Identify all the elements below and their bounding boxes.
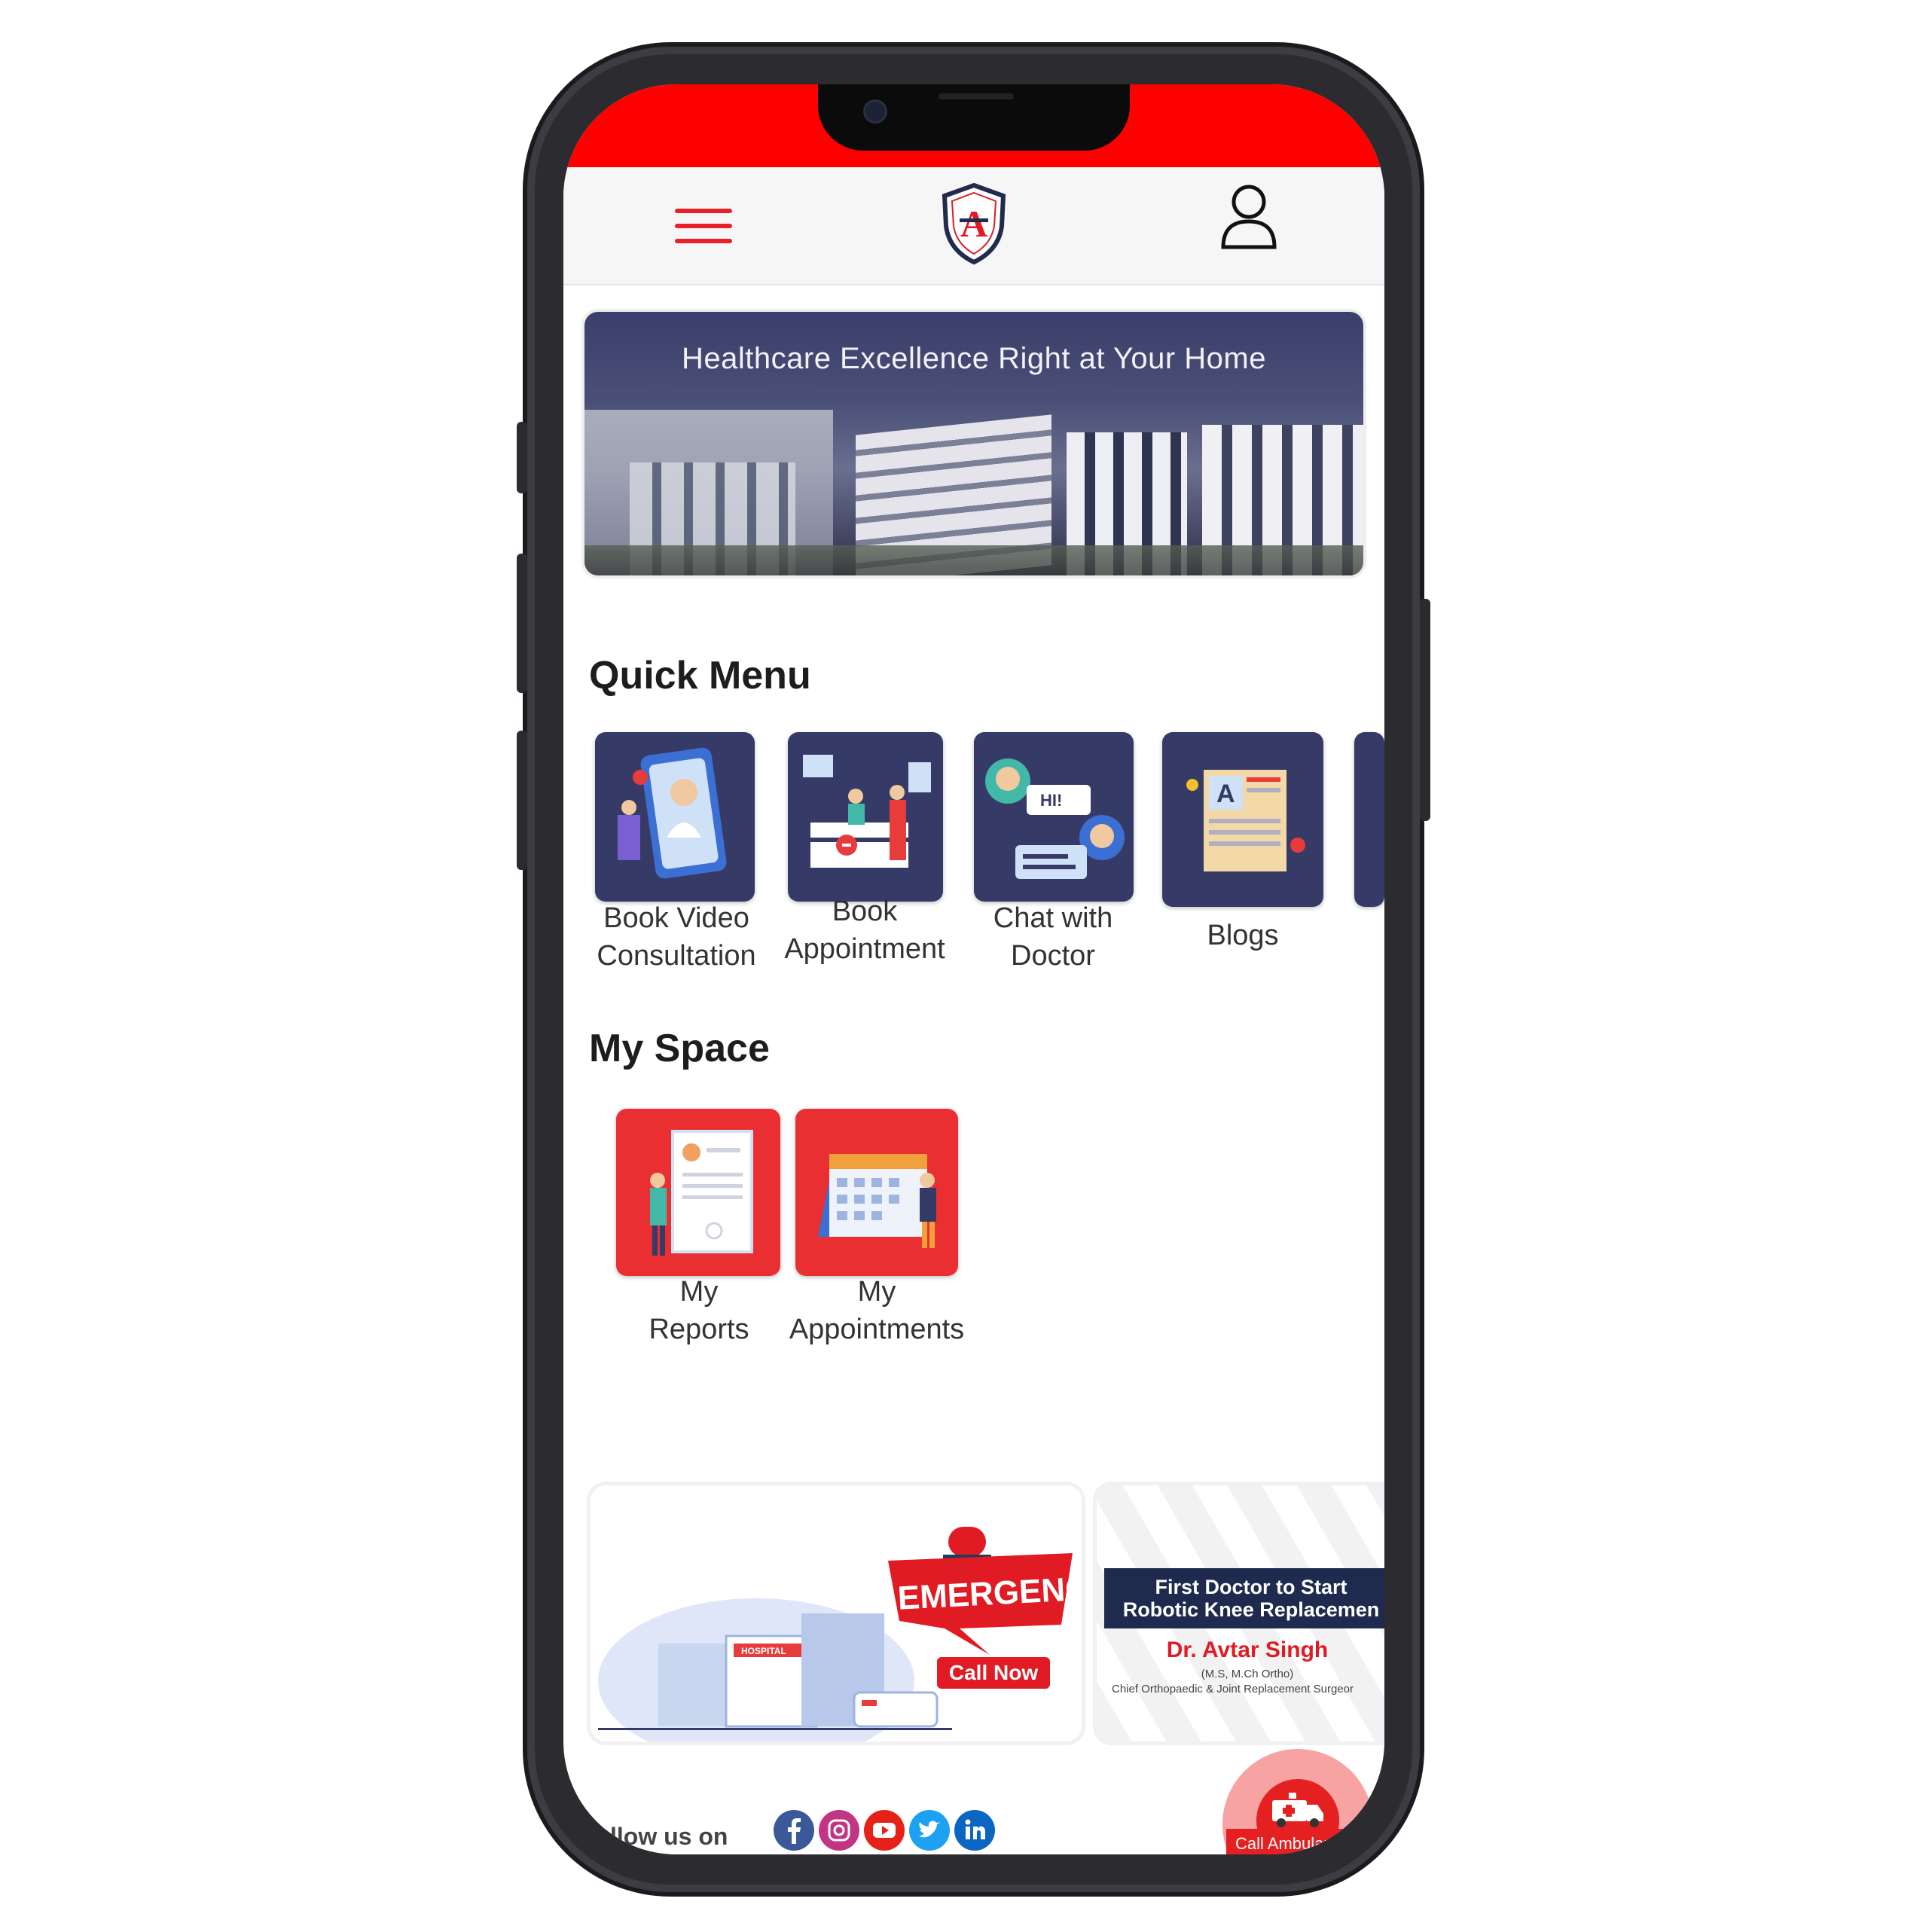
notch bbox=[818, 84, 1130, 151]
instagram-icon[interactable] bbox=[818, 1809, 860, 1851]
quick-menu-title: Quick Menu bbox=[589, 654, 811, 697]
mute-switch bbox=[517, 422, 527, 493]
doctor-qualifications: (M.S, M.Ch Ortho) bbox=[1201, 1668, 1294, 1680]
tile-label: Blogs bbox=[1207, 920, 1279, 951]
call-ambulance-label[interactable]: Call Ambular bbox=[1226, 1829, 1377, 1854]
follow-us-label: llow us on bbox=[610, 1823, 728, 1850]
my-space-title: My Space bbox=[589, 1027, 770, 1070]
tile-label: Chat with Doctor bbox=[993, 902, 1113, 972]
quick-menu-tile-partial[interactable] bbox=[1354, 732, 1384, 907]
linkedin-icon[interactable] bbox=[954, 1809, 996, 1851]
street bbox=[584, 545, 1363, 575]
screen: A Healthcare Excellence Right at Your Ho… bbox=[563, 84, 1384, 1854]
book-appointment-tile[interactable] bbox=[788, 732, 943, 902]
hero-banner[interactable]: Healthcare Excellence Right at Your Home bbox=[584, 312, 1363, 575]
doctor-headline-line2: Robotic Knee Replacemen bbox=[1122, 1598, 1380, 1621]
volume-down-button bbox=[517, 731, 527, 870]
appointment-illustration bbox=[803, 755, 931, 868]
volume-up-button bbox=[517, 554, 527, 693]
user-icon[interactable] bbox=[1219, 182, 1279, 250]
speaker bbox=[939, 93, 1014, 99]
hospital-logo[interactable]: A bbox=[940, 182, 1008, 265]
my-reports-tile[interactable] bbox=[616, 1109, 780, 1276]
power-button bbox=[1420, 599, 1430, 821]
doctor-headline-line1: First Doctor to Start bbox=[1155, 1576, 1348, 1598]
doctor-banner[interactable]: First Doctor to Start Robotic Knee Repla… bbox=[1097, 1485, 1384, 1741]
svg-text:HI!: HI! bbox=[1040, 791, 1062, 810]
svg-text:A: A bbox=[1216, 780, 1235, 808]
calendar-illustration bbox=[818, 1154, 936, 1248]
youtube-icon[interactable] bbox=[863, 1809, 905, 1851]
svg-text:A: A bbox=[960, 203, 987, 245]
doctor-role: Chief Orthopaedic & Joint Replacement Su… bbox=[1112, 1683, 1354, 1695]
svg-text:HOSPITAL: HOSPITAL bbox=[741, 1646, 786, 1656]
camera bbox=[863, 99, 887, 124]
hamburger-icon[interactable] bbox=[675, 209, 732, 246]
tile-label: Book Video Consultation bbox=[597, 902, 756, 972]
doctor-headline-box: First Doctor to Start Robotic Knee Repla… bbox=[1104, 1568, 1384, 1628]
emergency-banner[interactable]: HOSPITAL EMERGENCY Call Now bbox=[591, 1485, 1082, 1741]
tile-label: My Appointments bbox=[789, 1276, 965, 1345]
emergency-illustration: HOSPITAL EMERGENCY bbox=[598, 1527, 1082, 1741]
tile-label: Book Appointment bbox=[784, 896, 945, 965]
call-now-button[interactable]: Call Now bbox=[937, 1657, 1050, 1689]
chat-with-doctor-tile[interactable]: HI! bbox=[974, 732, 1134, 902]
blog-illustration: A bbox=[1186, 770, 1305, 871]
twitter-icon[interactable] bbox=[908, 1809, 951, 1851]
doctor-name: Dr. Avtar Singh bbox=[1166, 1637, 1329, 1662]
facebook-icon[interactable] bbox=[773, 1809, 815, 1851]
hero-title: Healthcare Excellence Right at Your Home bbox=[682, 342, 1266, 375]
chat-illustration: HI! bbox=[985, 758, 1125, 879]
reports-illustration bbox=[650, 1130, 753, 1256]
blogs-tile[interactable]: A bbox=[1162, 732, 1323, 907]
ambulance-icon bbox=[1272, 1793, 1323, 1827]
book-video-consultation-tile[interactable] bbox=[595, 732, 755, 902]
my-appointments-tile[interactable] bbox=[795, 1109, 958, 1276]
video-consultation-illustration bbox=[618, 747, 727, 879]
